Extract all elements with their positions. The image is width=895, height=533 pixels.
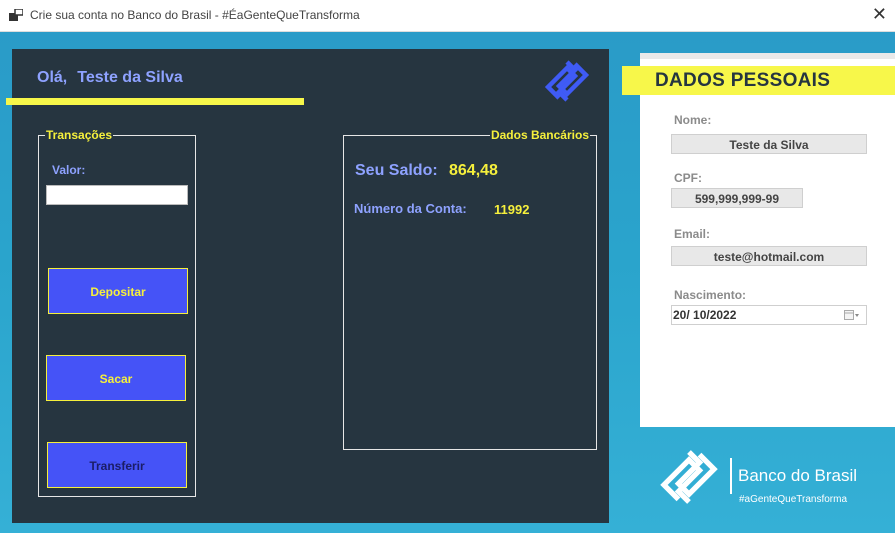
- valor-input[interactable]: [46, 185, 188, 205]
- brand-name: Banco do Brasil: [738, 466, 858, 485]
- greeting-prefix: Olá,: [37, 69, 68, 86]
- user-name: Teste da Silva: [77, 69, 183, 86]
- dados-pessoais-panel: DADOS PESSOAIS Nome: Teste da Silva CPF:…: [622, 53, 895, 427]
- window-title: Crie sua conta no Banco do Brasil - #ÉaG…: [30, 8, 360, 22]
- cpf-label: CPF:: [674, 171, 702, 185]
- banco-do-brasil-logo-icon: [660, 450, 718, 504]
- email-field: teste@hotmail.com: [671, 246, 867, 266]
- account-panel: Olá, Teste da Silva Transações Valor: Dep…: [6, 49, 609, 523]
- transferir-button[interactable]: Transferir: [47, 442, 187, 488]
- conta-label: Número da Conta:: [354, 201, 467, 216]
- app-icon: [9, 9, 23, 21]
- depositar-button[interactable]: Depositar: [48, 268, 188, 314]
- sacar-button[interactable]: Sacar: [46, 355, 186, 401]
- nome-field: Teste da Silva: [671, 134, 867, 154]
- nascimento-date-picker[interactable]: 20/ 10/2022: [671, 305, 867, 325]
- nome-label: Nome:: [674, 113, 712, 127]
- email-label: Email:: [674, 227, 711, 241]
- dados-pessoais-title: DADOS PESSOAIS: [655, 70, 831, 91]
- nascimento-label: Nascimento:: [674, 288, 747, 302]
- brand-footer: Banco do Brasil #aGenteQueTransforma: [660, 448, 890, 508]
- header-underline: [6, 98, 304, 105]
- nascimento-value: 20/ 10/2022: [673, 308, 737, 322]
- dados-bancarios-content: Seu Saldo: 864,48 Número da Conta: 11992: [343, 128, 597, 450]
- banco-do-brasil-logo-icon: [545, 60, 589, 102]
- dados-pessoais-header: DADOS PESSOAIS: [622, 66, 895, 95]
- transacoes-content: Valor: Depositar Sacar Transferir: [38, 128, 196, 497]
- calendar-dropdown-icon[interactable]: [844, 309, 860, 321]
- brand-tagline: #aGenteQueTransforma: [739, 494, 848, 505]
- title-bar: Crie sua conta no Banco do Brasil - #ÉaG…: [0, 0, 895, 32]
- cpf-field: 599,999,999-99: [671, 188, 803, 208]
- greeting: Olá, Teste da Silva: [37, 69, 193, 87]
- brand-separator: [730, 458, 732, 494]
- conta-value: 11992: [494, 202, 530, 217]
- close-icon[interactable]: ✕: [872, 4, 887, 25]
- saldo-label: Seu Saldo:: [355, 162, 438, 179]
- saldo-value: 864,48: [449, 162, 498, 179]
- valor-label: Valor:: [52, 163, 86, 177]
